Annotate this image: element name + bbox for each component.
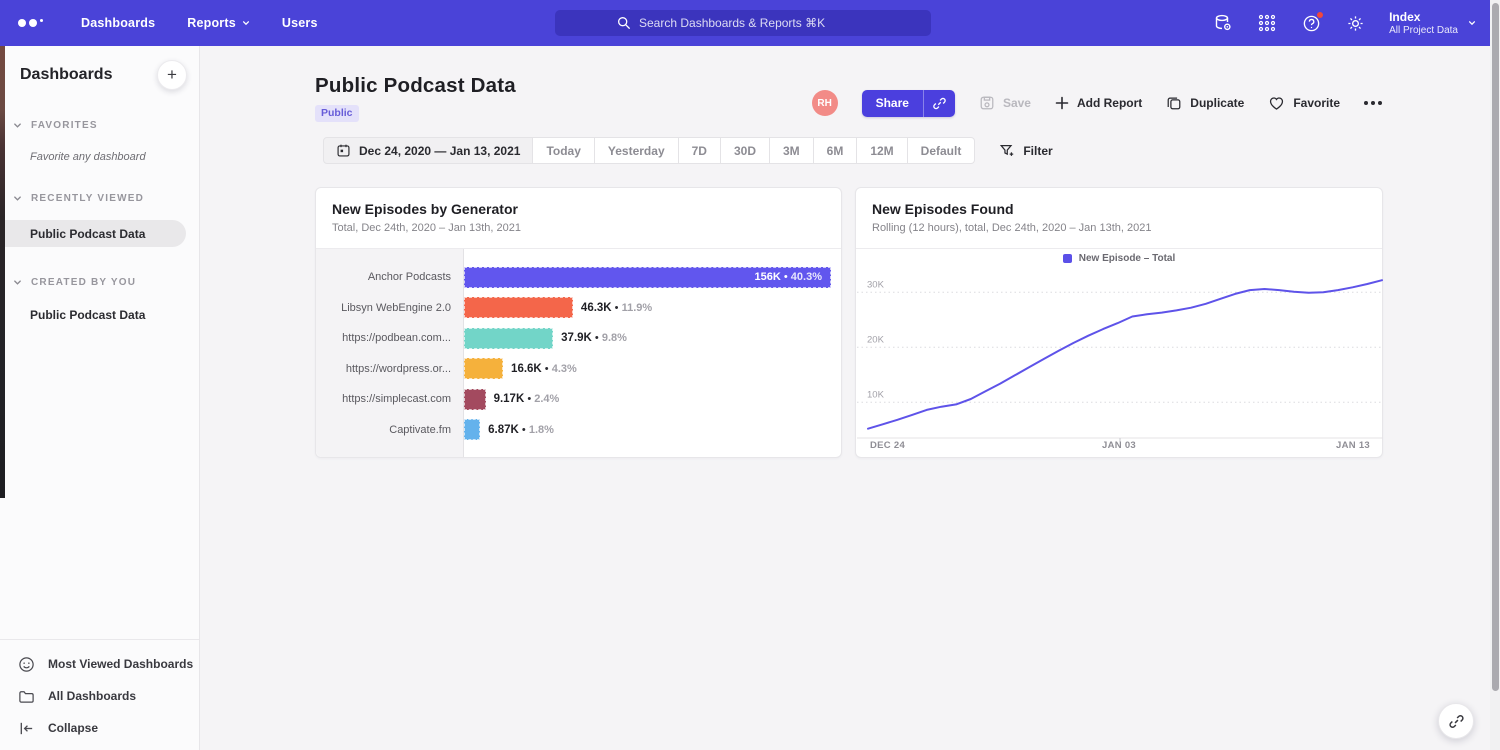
bar-row: https://podbean.com... 37.9K • 9.8% bbox=[316, 323, 841, 354]
sidebar-item-public-podcast-data-selected[interactable]: Public Podcast Data bbox=[0, 220, 186, 247]
project-subtitle: All Project Data bbox=[1389, 24, 1458, 37]
sidebar: Dashboards + FAVORITES Favorite any dash… bbox=[0, 46, 200, 750]
preset-30d[interactable]: 30D bbox=[721, 137, 770, 164]
chevron-down-icon bbox=[13, 278, 22, 287]
avatar[interactable]: RH bbox=[812, 90, 838, 116]
settings-gear-icon[interactable] bbox=[1345, 13, 1365, 33]
search-input[interactable] bbox=[639, 16, 869, 30]
top-nav: Dashboards Reports Users bbox=[0, 0, 1490, 46]
notification-dot bbox=[1316, 11, 1324, 19]
app-logo-icon[interactable] bbox=[18, 19, 43, 27]
bar-chart: Anchor Podcasts 156K • 40.3% Libsyn WebE… bbox=[316, 249, 841, 457]
header-actions: RH Share Save Add Report Duplicate Favor… bbox=[812, 90, 1382, 116]
bar-wordpress[interactable] bbox=[464, 358, 503, 379]
favorites-empty-text: Favorite any dashboard bbox=[0, 151, 199, 163]
sidebar-item-public-podcast-data[interactable]: Public Podcast Data bbox=[0, 308, 199, 322]
preset-6m[interactable]: 6M bbox=[814, 137, 858, 164]
chevron-down-icon bbox=[242, 19, 250, 27]
duplicate-button[interactable]: Duplicate bbox=[1166, 95, 1244, 111]
preset-today[interactable]: Today bbox=[533, 137, 594, 164]
card-new-episodes-by-generator: New Episodes by Generator Total, Dec 24t… bbox=[315, 187, 842, 458]
data-sources-icon[interactable] bbox=[1213, 13, 1233, 33]
preset-default[interactable]: Default bbox=[908, 137, 976, 164]
chevron-down-icon bbox=[13, 121, 22, 130]
filter-button[interactable]: Filter bbox=[999, 143, 1052, 159]
folder-icon bbox=[18, 688, 35, 705]
new-dashboard-button[interactable]: + bbox=[157, 60, 187, 90]
date-range-picker[interactable]: Dec 24, 2020 — Jan 13, 2021 bbox=[323, 137, 533, 164]
chart-legend: New Episode – Total bbox=[856, 253, 1382, 264]
bar-row: Anchor Podcasts 156K • 40.3% bbox=[316, 262, 841, 293]
bar-anchor-podcasts[interactable]: 156K • 40.3% bbox=[464, 267, 831, 288]
bar-row: https://simplecast.com 9.17K • 2.4% bbox=[316, 384, 841, 415]
help-icon[interactable] bbox=[1301, 13, 1321, 33]
page-scrollbar bbox=[1490, 0, 1500, 750]
save-icon bbox=[979, 95, 995, 111]
search-icon bbox=[617, 16, 631, 30]
link-icon bbox=[932, 96, 947, 111]
duplicate-icon bbox=[1166, 95, 1182, 111]
project-switcher[interactable]: Index All Project Data bbox=[1389, 10, 1476, 37]
preset-7d[interactable]: 7D bbox=[679, 137, 721, 164]
bar-podbean[interactable] bbox=[464, 328, 553, 349]
preset-yesterday[interactable]: Yesterday bbox=[595, 137, 679, 164]
more-options-button[interactable] bbox=[1364, 101, 1382, 105]
preset-3m[interactable]: 3M bbox=[770, 137, 814, 164]
add-report-button[interactable]: Add Report bbox=[1055, 96, 1142, 110]
heart-icon bbox=[1268, 95, 1285, 112]
line-plot[interactable]: 10K 20K 30K bbox=[857, 272, 1383, 447]
public-badge: Public bbox=[315, 105, 359, 122]
svg-text:10K: 10K bbox=[867, 389, 885, 400]
link-icon bbox=[1448, 713, 1465, 730]
bar-row: https://wordpress.or... 16.6K • 4.3% bbox=[316, 354, 841, 385]
background-window-edge bbox=[0, 46, 5, 498]
most-viewed-dashboards-button[interactable]: Most Viewed Dashboards bbox=[0, 648, 199, 680]
bar-captivate[interactable] bbox=[464, 419, 480, 440]
bar-row: Libsyn WebEngine 2.0 46.3K • 11.9% bbox=[316, 293, 841, 324]
page-title: Public Podcast Data bbox=[315, 74, 516, 98]
chart-title: New Episodes Found bbox=[872, 201, 1366, 217]
nav-dashboards[interactable]: Dashboards bbox=[81, 16, 155, 30]
nav-reports[interactable]: Reports bbox=[187, 16, 250, 30]
preset-12m[interactable]: 12M bbox=[857, 137, 907, 164]
project-name: Index bbox=[1389, 10, 1458, 24]
apps-grid-icon[interactable] bbox=[1257, 13, 1277, 33]
date-toolbar: Dec 24, 2020 — Jan 13, 2021 Today Yester… bbox=[323, 137, 1053, 164]
chart-subtitle: Total, Dec 24th, 2020 – Jan 13th, 2021 bbox=[332, 222, 825, 234]
favorite-button[interactable]: Favorite bbox=[1268, 95, 1340, 112]
share-button[interactable]: Share bbox=[862, 90, 923, 117]
chevron-down-icon bbox=[13, 194, 22, 203]
chart-subtitle: Rolling (12 hours), total, Dec 24th, 202… bbox=[872, 222, 1366, 234]
section-created-by-you[interactable]: CREATED BY YOU bbox=[0, 277, 199, 288]
bar-simplecast[interactable] bbox=[464, 389, 486, 410]
card-new-episodes-found: New Episodes Found Rolling (12 hours), t… bbox=[855, 187, 1383, 458]
x-axis-labels: DEC 24 JAN 03 JAN 13 bbox=[856, 440, 1382, 454]
save-button[interactable]: Save bbox=[979, 95, 1031, 111]
calendar-icon bbox=[336, 143, 351, 158]
chart-title: New Episodes by Generator bbox=[332, 201, 825, 217]
chevron-down-icon bbox=[1468, 19, 1476, 27]
legend-swatch bbox=[1063, 254, 1072, 263]
svg-text:30K: 30K bbox=[867, 279, 885, 290]
all-dashboards-button[interactable]: All Dashboards bbox=[0, 680, 199, 712]
section-favorites[interactable]: FAVORITES bbox=[0, 120, 199, 131]
sidebar-title: Dashboards bbox=[20, 66, 112, 84]
share-split-button: Share bbox=[862, 90, 955, 117]
scrollbar-thumb[interactable] bbox=[1492, 3, 1499, 691]
global-search[interactable] bbox=[555, 10, 931, 36]
svg-text:20K: 20K bbox=[867, 334, 885, 345]
copy-page-link-button[interactable] bbox=[1438, 703, 1474, 739]
plus-icon bbox=[1055, 96, 1069, 110]
nav-users[interactable]: Users bbox=[282, 16, 318, 30]
sidebar-footer: Most Viewed Dashboards All Dashboards Co… bbox=[0, 639, 199, 750]
bar-libsyn[interactable] bbox=[464, 297, 573, 318]
collapse-icon bbox=[18, 720, 35, 737]
copy-share-link-button[interactable] bbox=[923, 90, 955, 117]
filter-funnel-icon bbox=[999, 143, 1015, 159]
section-recently-viewed[interactable]: RECENTLY VIEWED bbox=[0, 193, 199, 204]
collapse-sidebar-button[interactable]: Collapse bbox=[0, 712, 199, 744]
smiley-icon bbox=[18, 656, 35, 673]
bar-row: Captivate.fm 6.87K • 1.8% bbox=[316, 415, 841, 446]
